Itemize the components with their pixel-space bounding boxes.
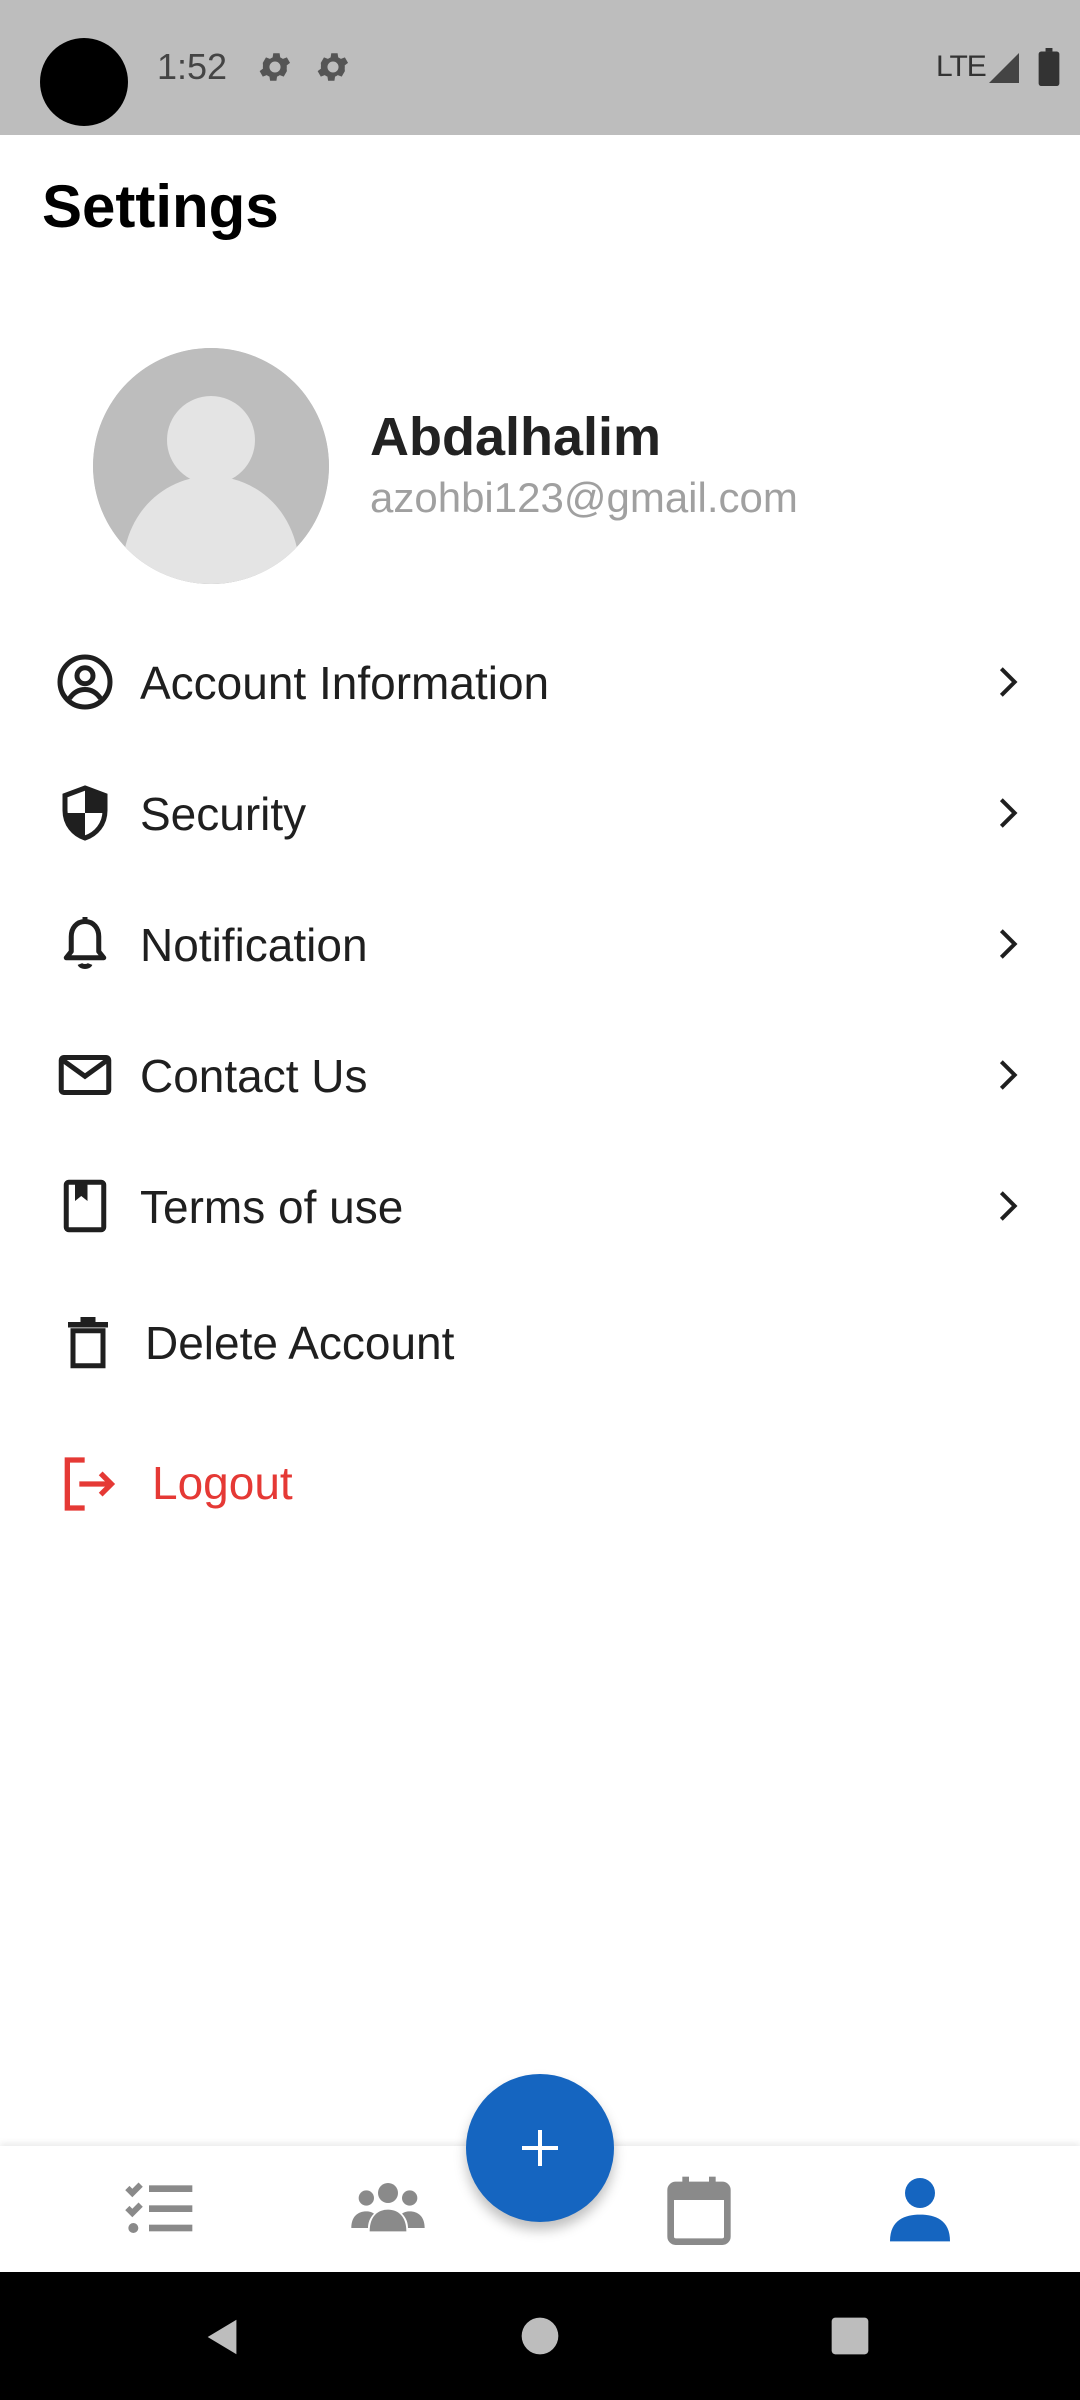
chevron-right-icon: [999, 667, 1018, 697]
avatar[interactable]: [93, 348, 329, 584]
chevron-right-icon: [999, 1060, 1018, 1090]
network-type: LTE: [936, 50, 987, 83]
menu-item-label: Notification: [140, 919, 368, 971]
back-icon[interactable]: [200, 2314, 246, 2360]
menu-item-label: Logout: [152, 1457, 293, 1509]
logout-icon: [64, 1457, 116, 1511]
menu-item-label: Account Information: [140, 657, 550, 709]
default-avatar-icon: [93, 348, 329, 584]
book-icon: [63, 1179, 107, 1233]
add-button[interactable]: [466, 2074, 614, 2222]
status-time: 1:52: [157, 46, 228, 87]
tasks-icon[interactable]: [119, 2168, 199, 2248]
profile-name: Abdalhalim: [370, 407, 662, 467]
menu-item-security[interactable]: Security: [0, 753, 1080, 873]
mail-icon: [58, 1055, 112, 1095]
menu-item-label: Contact Us: [140, 1050, 368, 1102]
settings-icon: [317, 53, 349, 81]
add-icon: [522, 2130, 558, 2166]
group-icon[interactable]: [348, 2168, 428, 2248]
menu-item-label: Delete Account: [145, 1317, 455, 1369]
person-icon[interactable]: [880, 2168, 960, 2248]
home-icon[interactable]: [518, 2314, 562, 2358]
chevron-right-icon: [999, 1191, 1018, 1221]
menu-item-label: Terms of use: [140, 1181, 404, 1233]
menu-item-label: Security: [140, 788, 307, 840]
profile-email: azohbi123@gmail.com: [370, 474, 798, 521]
account-circle-icon: [57, 654, 113, 710]
menu-item-terms-of-use[interactable]: Terms of use: [0, 1146, 1080, 1266]
menu-item-notification[interactable]: Notification: [0, 884, 1080, 1004]
status-bar: 1:52 LTE: [0, 0, 1080, 135]
system-navigation-bar: [0, 2272, 1080, 2400]
signal-icon: [989, 53, 1019, 83]
chevron-right-icon: [999, 929, 1018, 959]
camera-cutout: [40, 38, 128, 126]
settings-screen: 1:52 LTE Settings Abdalhalim azohbi123@g…: [0, 0, 1080, 2400]
trash-icon: [68, 1317, 108, 1369]
settings-icon: [259, 53, 291, 81]
bell-icon: [63, 917, 107, 969]
menu-item-contact-us[interactable]: Contact Us: [0, 1015, 1080, 1135]
battery-icon: [1038, 48, 1060, 86]
menu-item-account-information[interactable]: Account Information: [0, 622, 1080, 742]
calendar-icon[interactable]: [659, 2170, 739, 2250]
page-title: Settings: [42, 173, 279, 240]
menu-item-logout[interactable]: Logout: [0, 1422, 1080, 1542]
chevron-right-icon: [999, 798, 1018, 828]
menu-item-delete-account[interactable]: Delete Account: [0, 1282, 1080, 1402]
recents-icon[interactable]: [828, 2314, 872, 2358]
shield-icon: [62, 785, 108, 841]
